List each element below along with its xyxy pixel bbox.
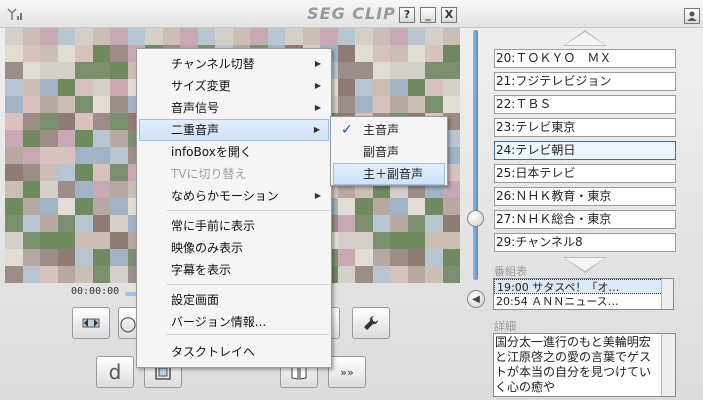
person-icon — [687, 11, 697, 21]
submenu-arrow-icon: ▶ — [314, 81, 321, 90]
menu-item-label: 二重音声 — [171, 123, 220, 137]
settings-button[interactable] — [352, 307, 390, 339]
title-bar: SEG CLIP ? _ X — [0, 0, 703, 28]
epg-label: 番組表 — [494, 265, 527, 278]
menu-item[interactable]: バージョン情報... — [139, 311, 329, 333]
app-title: SEG CLIP — [307, 4, 396, 23]
menu-item[interactable]: 映像のみ表示 — [139, 237, 329, 259]
menu-item-label: 設定画面 — [171, 293, 220, 307]
playback-time: 00:00:00 — [71, 286, 120, 297]
channel-item[interactable]: 21:フジテレビジョン — [494, 72, 676, 91]
submenu-item[interactable]: 主＋副音声 — [333, 163, 445, 185]
channel-item[interactable]: 20:ＴＯＫＹＯ ＭＸ — [494, 49, 676, 68]
channel-item[interactable]: 23:テレビ東京 — [494, 118, 676, 137]
close-button[interactable]: X — [441, 7, 457, 23]
submenu-arrow-icon: ▶ — [313, 125, 320, 134]
detail-text: 国分太一進行のもと美輪明宏と江原啓之の愛の言葉でゲストが本当の自分を見つけていく… — [495, 335, 652, 394]
channel-item[interactable]: 25:日本テレビ — [494, 164, 676, 183]
help-button[interactable]: ? — [399, 7, 415, 23]
menu-item-label: なめらかモーション — [171, 189, 279, 203]
epg-row[interactable]: 19:00 サタスペ！「オ… — [494, 279, 673, 294]
menu-item[interactable]: サイズ変更 ▶ — [139, 75, 329, 97]
menu-item[interactable]: 設定画面 — [139, 289, 329, 311]
horizontal-arrows-icon — [82, 318, 100, 328]
submenu-item-label: 主＋副音声 — [363, 167, 424, 181]
checkmark-icon: ✓ — [341, 122, 353, 138]
submenu-item-label: 主音声 — [363, 123, 400, 137]
detail-scrollbar[interactable] — [661, 334, 675, 396]
menu-item[interactable]: なめらかモーション ▶ — [139, 185, 329, 207]
menu-item[interactable]: 二重音声 ▶ — [139, 119, 329, 141]
context-menu: チャンネル切替 ▶ サイズ変更 ▶ 音声信号 ▶ 二重音声 ▶ infoBoxを開く TVに切り替… — [136, 48, 332, 368]
menu-item[interactable]: 音声信号 ▶ — [139, 97, 329, 119]
menu-item-label: 音声信号 — [171, 101, 220, 115]
minimize-button[interactable]: _ — [420, 7, 436, 23]
menu-item-label: TVに切り替え — [171, 167, 247, 181]
submenu-item[interactable]: ✓ 主音声 — [333, 119, 445, 141]
channel-up-arrow-icon[interactable] — [563, 30, 607, 46]
menu-item-label: infoBoxを開く — [171, 145, 252, 159]
epg-scrollbar[interactable] — [661, 279, 673, 309]
circle-icon: ○ — [119, 311, 137, 335]
submenu-item-label: 副音声 — [363, 145, 400, 159]
menu-item[interactable]: 常に手前に表示 — [139, 215, 329, 237]
channel-list: 20:ＴＯＫＹＯ ＭＸ 21:フジテレビジョン 22:ＴＢＳ 23:テレビ東京 24:テ… — [494, 49, 676, 256]
menu-item-label: バージョン情報... — [171, 315, 267, 329]
menu-item[interactable]: タスクトレイへ — [139, 341, 329, 363]
volume-slider-knob[interactable] — [467, 210, 484, 227]
forward-button[interactable]: »» — [328, 356, 366, 388]
menu-item-label: 常に手前に表示 — [171, 219, 256, 233]
menu-item-label: チャンネル切替 — [171, 57, 255, 71]
menu-separator — [167, 284, 329, 285]
menu-item-label: サイズ変更 — [171, 79, 231, 93]
channel-item[interactable]: 26:ＮＨＫ教育・東京 — [494, 187, 676, 206]
dual-audio-submenu: ✓ 主音声副音声主＋副音声 — [330, 116, 448, 186]
detail-label: 詳細 — [494, 320, 516, 333]
channel-down-arrow-icon[interactable] — [563, 257, 607, 273]
panel-toggle-button[interactable] — [684, 8, 700, 24]
volume-slider-track[interactable] — [473, 30, 478, 280]
menu-item[interactable]: 字幕を表示 — [139, 259, 329, 281]
speaker-button[interactable]: ◀ — [467, 290, 485, 308]
menu-separator — [167, 210, 329, 211]
d-button[interactable]: d — [96, 356, 134, 388]
submenu-arrow-icon: ▶ — [314, 191, 321, 200]
speaker-icon: ◀ — [472, 293, 480, 305]
menu-item-label: 字幕を表示 — [171, 263, 232, 277]
submenu-arrow-icon: ▶ — [314, 59, 321, 68]
menu-item: TVに切り替え — [139, 163, 329, 185]
epg-row[interactable]: 20:54 ＡＮＮニュース… — [494, 294, 673, 309]
channel-item[interactable]: 22:ＴＢＳ — [494, 95, 676, 114]
channel-item[interactable]: 27:ＮＨＫ総合・東京 — [494, 210, 676, 229]
epg-list: 19:00 サタスペ！「オ… 20:54 ＡＮＮニュース… — [493, 278, 674, 310]
detail-box: 国分太一進行のもと美輪明宏と江原啓之の愛の言葉でゲストが本当の自分を見つけていく… — [493, 333, 676, 397]
menu-item-label: タスクトレイへ — [171, 345, 256, 359]
forward-arrows-icon: »» — [340, 365, 354, 379]
submenu-arrow-icon: ▶ — [314, 103, 321, 112]
submenu-item[interactable]: 副音声 — [333, 141, 445, 163]
menu-item[interactable]: infoBoxを開く — [139, 141, 329, 163]
menu-separator — [167, 334, 329, 335]
channel-item[interactable]: 29:チャンネル8 — [494, 233, 676, 252]
d-letter-icon: d — [108, 360, 122, 384]
menu-item[interactable]: チャンネル切替 ▶ — [139, 53, 329, 75]
channel-item[interactable]: 24:テレビ朝日 — [494, 141, 676, 160]
menu-item-label: 映像のみ表示 — [171, 241, 244, 255]
record-button[interactable]: ○ — [118, 307, 138, 339]
wrench-icon — [364, 315, 379, 330]
swap-button[interactable] — [72, 307, 110, 339]
